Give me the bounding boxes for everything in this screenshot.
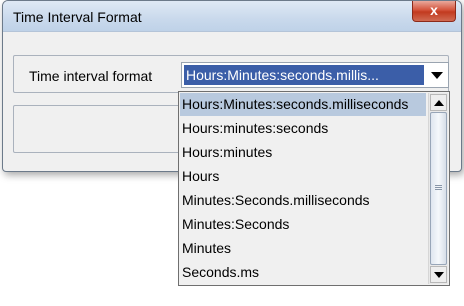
time-interval-format-combobox[interactable]: Hours:Minutes:seconds.millis... [181,62,449,88]
scroll-up-button[interactable] [430,94,447,111]
window-title: Time Interval Format [13,9,142,25]
grip-icon [435,185,442,186]
chevron-down-icon [431,71,443,79]
close-icon: x [430,2,438,18]
scroll-up-icon [433,99,444,106]
combobox-selected-value: Hours:Minutes:seconds.millis... [184,65,424,85]
list-item[interactable]: Hours:minutes [180,141,426,164]
list-item[interactable]: Seconds.ms [180,261,426,284]
dropdown-scrollbar[interactable] [428,93,448,284]
close-button[interactable]: x [412,1,456,22]
list-item[interactable]: Minutes:Seconds.milliseconds [180,189,426,212]
format-dropdown-list: Hours:Minutes:seconds.milliseconds Hours… [178,91,450,286]
combobox-arrow-button[interactable] [426,63,448,87]
list-item[interactable]: Hours:Minutes:seconds.milliseconds [180,93,426,116]
time-interval-format-label: Time interval format [29,68,153,84]
title-bar[interactable]: Time Interval Format x [3,1,461,32]
scroll-down-button[interactable] [430,266,447,283]
scroll-down-icon [433,271,444,278]
scrollbar-thumb[interactable] [430,112,447,265]
list-item[interactable]: Hours [180,165,426,188]
grip-icon [435,189,442,190]
list-item[interactable]: Hours:minutes:seconds [180,117,426,140]
grip-icon [435,187,442,188]
list-item[interactable]: Minutes:Seconds [180,213,426,236]
list-item[interactable]: Minutes [180,237,426,260]
